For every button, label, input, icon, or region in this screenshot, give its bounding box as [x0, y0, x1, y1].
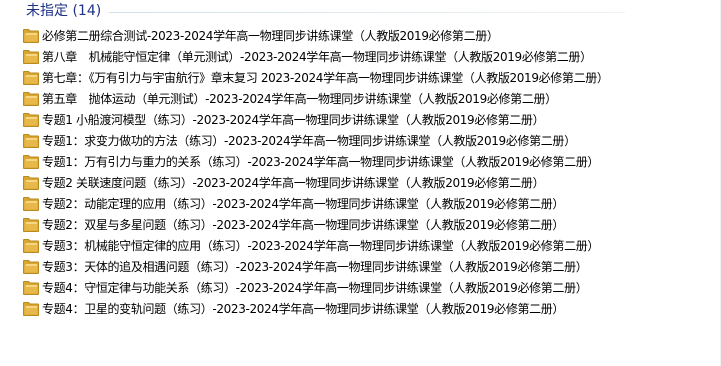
- folder-icon: [23, 238, 39, 253]
- file-list-item[interactable]: 专题1 小船渡河模型（练习）-2023-2024学年高一物理同步讲练课堂（人教版…: [23, 109, 721, 130]
- file-list-pane: 未指定 (14) 必修第二册综合测试-2023-2024学年高一物理同步讲练课堂…: [0, 0, 721, 366]
- file-name: 专题1：万有引力与重力的关系（练习）-2023-2024学年高一物理同步讲练课堂…: [42, 154, 600, 169]
- folder-icon: [23, 91, 39, 106]
- file-list-item[interactable]: 第七章：《万有引力与宇宙航行》章末复习 2023-2024学年高一物理同步讲练课…: [23, 67, 721, 88]
- file-list-item[interactable]: 专题3：机械能守恒定律的应用（练习）-2023-2024学年高一物理同步讲练课堂…: [23, 235, 721, 256]
- file-list-item[interactable]: 专题2 关联速度问题（练习）-2023-2024学年高一物理同步讲练课堂（人教版…: [23, 172, 721, 193]
- file-name: 第八章 机械能守恒定律（单元测试）-2023-2024学年高一物理同步讲练课堂（…: [42, 49, 592, 64]
- group-header[interactable]: 未指定 (14): [10, 1, 625, 21]
- file-name: 专题3：机械能守恒定律的应用（练习）-2023-2024学年高一物理同步讲练课堂…: [42, 238, 600, 253]
- folder-icon: [23, 175, 39, 190]
- file-name: 专题4：守恒定律与功能关系（练习）-2023-2024学年高一物理同步讲练课堂（…: [42, 280, 588, 295]
- file-list-item[interactable]: 专题2：动能定理的应用（练习）-2023-2024学年高一物理同步讲练课堂（人教…: [23, 193, 721, 214]
- folder-icon: [23, 133, 39, 148]
- file-name: 专题1：求变力做功的方法（练习）-2023-2024学年高一物理同步讲练课堂（人…: [42, 133, 576, 148]
- folder-icon: [23, 70, 39, 85]
- file-name: 第七章：《万有引力与宇宙航行》章末复习 2023-2024学年高一物理同步讲练课…: [42, 70, 609, 85]
- file-name: 必修第二册综合测试-2023-2024学年高一物理同步讲练课堂（人教版2019必…: [42, 28, 499, 43]
- file-list-item[interactable]: 专题3：天体的追及相遇问题（练习）-2023-2024学年高一物理同步讲练课堂（…: [23, 256, 721, 277]
- file-name: 专题3：天体的追及相遇问题（练习）-2023-2024学年高一物理同步讲练课堂（…: [42, 259, 588, 274]
- file-list-item[interactable]: 专题1：万有引力与重力的关系（练习）-2023-2024学年高一物理同步讲练课堂…: [23, 151, 721, 172]
- folder-icon: [23, 49, 39, 64]
- file-list-item[interactable]: 第八章 机械能守恒定律（单元测试）-2023-2024学年高一物理同步讲练课堂（…: [23, 46, 721, 67]
- file-name: 专题2：动能定理的应用（练习）-2023-2024学年高一物理同步讲练课堂（人教…: [42, 196, 565, 211]
- folder-icon: [23, 301, 39, 316]
- group-divider: [109, 11, 625, 13]
- folder-icon: [23, 28, 39, 43]
- group-title[interactable]: 未指定 (14): [10, 2, 101, 20]
- folder-icon: [23, 196, 39, 211]
- file-name: 专题1 小船渡河模型（练习）-2023-2024学年高一物理同步讲练课堂（人教版…: [42, 112, 545, 127]
- group-count: (14): [72, 3, 102, 19]
- folder-icon: [23, 217, 39, 232]
- file-name: 专题2：双星与多星问题（练习）-2023-2024学年高一物理同步讲练课堂（人教…: [42, 217, 565, 232]
- file-list-item[interactable]: 必修第二册综合测试-2023-2024学年高一物理同步讲练课堂（人教版2019必…: [23, 25, 721, 46]
- file-list: 必修第二册综合测试-2023-2024学年高一物理同步讲练课堂（人教版2019必…: [23, 25, 721, 319]
- file-list-item[interactable]: 第五章 抛体运动（单元测试）-2023-2024学年高一物理同步讲练课堂（人教版…: [23, 88, 721, 109]
- file-name: 专题2 关联速度问题（练习）-2023-2024学年高一物理同步讲练课堂（人教版…: [42, 175, 545, 190]
- folder-icon: [23, 112, 39, 127]
- file-list-item[interactable]: 专题4：卫星的变轨问题（练习）-2023-2024学年高一物理同步讲练课堂（人教…: [23, 298, 721, 319]
- folder-icon: [23, 259, 39, 274]
- file-name: 专题4：卫星的变轨问题（练习）-2023-2024学年高一物理同步讲练课堂（人教…: [42, 301, 565, 316]
- file-list-item[interactable]: 专题4：守恒定律与功能关系（练习）-2023-2024学年高一物理同步讲练课堂（…: [23, 277, 721, 298]
- file-name: 第五章 抛体运动（单元测试）-2023-2024学年高一物理同步讲练课堂（人教版…: [42, 91, 557, 106]
- folder-icon: [23, 280, 39, 295]
- group-label: 未指定: [26, 3, 68, 19]
- file-list-item[interactable]: 专题1：求变力做功的方法（练习）-2023-2024学年高一物理同步讲练课堂（人…: [23, 130, 721, 151]
- folder-icon: [23, 154, 39, 169]
- file-list-item[interactable]: 专题2：双星与多星问题（练习）-2023-2024学年高一物理同步讲练课堂（人教…: [23, 214, 721, 235]
